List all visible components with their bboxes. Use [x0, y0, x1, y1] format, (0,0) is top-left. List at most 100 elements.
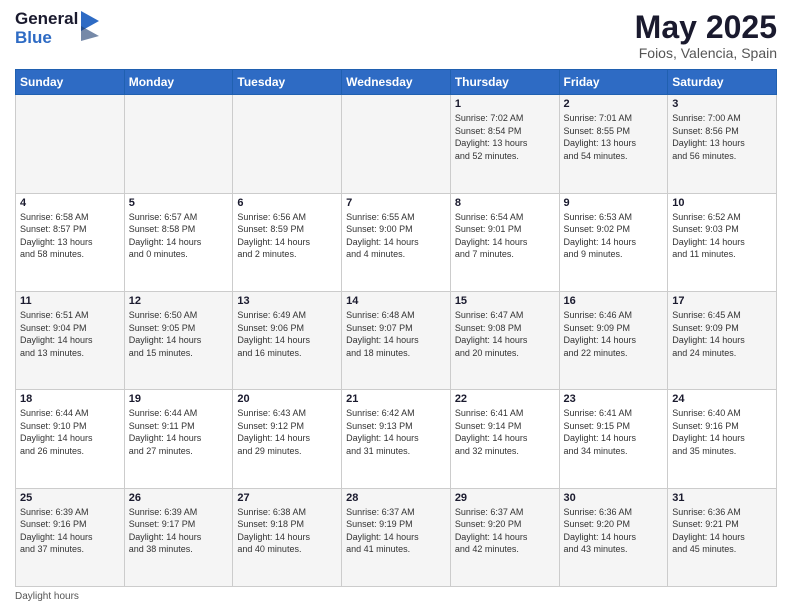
calendar-cell: [233, 95, 342, 193]
day-number: 15: [455, 295, 555, 307]
day-number: 18: [20, 393, 120, 405]
day-number: 25: [20, 492, 120, 504]
day-info: Sunrise: 6:55 AM Sunset: 9:00 PM Dayligh…: [346, 211, 446, 261]
day-header-monday: Monday: [124, 70, 233, 95]
day-number: 11: [20, 295, 120, 307]
day-number: 2: [564, 98, 664, 110]
day-number: 9: [564, 197, 664, 209]
day-info: Sunrise: 6:43 AM Sunset: 9:12 PM Dayligh…: [237, 407, 337, 457]
day-info: Sunrise: 6:40 AM Sunset: 9:16 PM Dayligh…: [672, 407, 772, 457]
day-info: Sunrise: 6:48 AM Sunset: 9:07 PM Dayligh…: [346, 309, 446, 359]
day-info: Sunrise: 6:51 AM Sunset: 9:04 PM Dayligh…: [20, 309, 120, 359]
day-info: Sunrise: 6:56 AM Sunset: 8:59 PM Dayligh…: [237, 211, 337, 261]
day-number: 22: [455, 393, 555, 405]
day-number: 30: [564, 492, 664, 504]
day-header-tuesday: Tuesday: [233, 70, 342, 95]
month-title: May 2025: [635, 10, 777, 45]
calendar-cell: 11 Sunrise: 6:51 AM Sunset: 9:04 PM Dayli…: [16, 291, 125, 389]
calendar-cell: 16 Sunrise: 6:46 AM Sunset: 9:09 PM Dayli…: [559, 291, 668, 389]
calendar-cell: [342, 95, 451, 193]
day-info: Sunrise: 6:36 AM Sunset: 9:20 PM Dayligh…: [564, 506, 664, 556]
calendar-cell: 7 Sunrise: 6:55 AM Sunset: 9:00 PM Daylig…: [342, 193, 451, 291]
day-number: 16: [564, 295, 664, 307]
calendar-cell: 25 Sunrise: 6:39 AM Sunset: 9:16 PM Dayli…: [16, 488, 125, 586]
day-info: Sunrise: 6:46 AM Sunset: 9:09 PM Dayligh…: [564, 309, 664, 359]
day-number: 8: [455, 197, 555, 209]
day-header-wednesday: Wednesday: [342, 70, 451, 95]
title-block: May 2025 Foios, Valencia, Spain: [635, 10, 777, 61]
page: General Blue May 2025 Foios, Valencia, S…: [0, 0, 792, 612]
day-number: 28: [346, 492, 446, 504]
calendar-table: SundayMondayTuesdayWednesdayThursdayFrid…: [15, 69, 777, 587]
day-header-sunday: Sunday: [16, 70, 125, 95]
calendar-week-4: 18 Sunrise: 6:44 AM Sunset: 9:10 PM Dayli…: [16, 390, 777, 488]
day-number: 14: [346, 295, 446, 307]
calendar-cell: 30 Sunrise: 6:36 AM Sunset: 9:20 PM Dayli…: [559, 488, 668, 586]
calendar-week-1: 1Sunrise: 7:02 AM Sunset: 8:54 PM Daylig…: [16, 95, 777, 193]
day-info: Sunrise: 6:44 AM Sunset: 9:11 PM Dayligh…: [129, 407, 229, 457]
day-info: Sunrise: 6:54 AM Sunset: 9:01 PM Dayligh…: [455, 211, 555, 261]
day-info: Sunrise: 6:37 AM Sunset: 9:19 PM Dayligh…: [346, 506, 446, 556]
day-number: 5: [129, 197, 229, 209]
calendar-cell: 14 Sunrise: 6:48 AM Sunset: 9:07 PM Dayli…: [342, 291, 451, 389]
day-number: 1: [455, 98, 555, 110]
calendar-cell: 8 Sunrise: 6:54 AM Sunset: 9:01 PM Daylig…: [450, 193, 559, 291]
header: General Blue May 2025 Foios, Valencia, S…: [15, 10, 777, 61]
calendar-cell: 31Sunrise: 6:36 AM Sunset: 9:21 PM Dayli…: [668, 488, 777, 586]
calendar-cell: 21 Sunrise: 6:42 AM Sunset: 9:13 PM Dayli…: [342, 390, 451, 488]
day-number: 3: [672, 98, 772, 110]
day-number: 24: [672, 393, 772, 405]
day-info: Sunrise: 6:42 AM Sunset: 9:13 PM Dayligh…: [346, 407, 446, 457]
logo: General Blue: [15, 10, 99, 47]
day-header-saturday: Saturday: [668, 70, 777, 95]
calendar-cell: 22 Sunrise: 6:41 AM Sunset: 9:14 PM Dayli…: [450, 390, 559, 488]
logo-icon: [81, 11, 99, 46]
calendar-cell: 27Sunrise: 6:38 AM Sunset: 9:18 PM Dayli…: [233, 488, 342, 586]
day-info: Sunrise: 6:52 AM Sunset: 9:03 PM Dayligh…: [672, 211, 772, 261]
day-info: Sunrise: 6:45 AM Sunset: 9:09 PM Dayligh…: [672, 309, 772, 359]
calendar-cell: 12Sunrise: 6:50 AM Sunset: 9:05 PM Dayli…: [124, 291, 233, 389]
day-info: Sunrise: 6:39 AM Sunset: 9:17 PM Dayligh…: [129, 506, 229, 556]
day-number: 29: [455, 492, 555, 504]
day-number: 4: [20, 197, 120, 209]
calendar-cell: 15 Sunrise: 6:47 AM Sunset: 9:08 PM Dayli…: [450, 291, 559, 389]
logo-line1: General: [15, 10, 78, 29]
calendar-cell: 3Sunrise: 7:00 AM Sunset: 8:56 PM Daylig…: [668, 95, 777, 193]
day-number: 31: [672, 492, 772, 504]
day-header-friday: Friday: [559, 70, 668, 95]
calendar-cell: 9Sunrise: 6:53 AM Sunset: 9:02 PM Daylig…: [559, 193, 668, 291]
day-info: Sunrise: 6:39 AM Sunset: 9:16 PM Dayligh…: [20, 506, 120, 556]
calendar-cell: 6Sunrise: 6:56 AM Sunset: 8:59 PM Daylig…: [233, 193, 342, 291]
day-number: 12: [129, 295, 229, 307]
calendar-cell: 18 Sunrise: 6:44 AM Sunset: 9:10 PM Dayli…: [16, 390, 125, 488]
day-number: 7: [346, 197, 446, 209]
day-info: Sunrise: 6:44 AM Sunset: 9:10 PM Dayligh…: [20, 407, 120, 457]
day-header-thursday: Thursday: [450, 70, 559, 95]
calendar-cell: 19Sunrise: 6:44 AM Sunset: 9:11 PM Dayli…: [124, 390, 233, 488]
days-header-row: SundayMondayTuesdayWednesdayThursdayFrid…: [16, 70, 777, 95]
day-info: Sunrise: 6:49 AM Sunset: 9:06 PM Dayligh…: [237, 309, 337, 359]
day-info: Sunrise: 6:41 AM Sunset: 9:14 PM Dayligh…: [455, 407, 555, 457]
logo-line2: Blue: [15, 29, 78, 48]
calendar-cell: 24 Sunrise: 6:40 AM Sunset: 9:16 PM Dayli…: [668, 390, 777, 488]
day-number: 17: [672, 295, 772, 307]
day-info: Sunrise: 6:47 AM Sunset: 9:08 PM Dayligh…: [455, 309, 555, 359]
calendar-cell: 2 Sunrise: 7:01 AM Sunset: 8:55 PM Daylig…: [559, 95, 668, 193]
day-number: 10: [672, 197, 772, 209]
day-number: 23: [564, 393, 664, 405]
calendar-cell: [16, 95, 125, 193]
logo-text: General Blue: [15, 10, 99, 47]
day-number: 26: [129, 492, 229, 504]
calendar-week-5: 25 Sunrise: 6:39 AM Sunset: 9:16 PM Dayli…: [16, 488, 777, 586]
location-subtitle: Foios, Valencia, Spain: [635, 45, 777, 61]
calendar-cell: [124, 95, 233, 193]
calendar-cell: 1Sunrise: 7:02 AM Sunset: 8:54 PM Daylig…: [450, 95, 559, 193]
day-number: 21: [346, 393, 446, 405]
calendar-cell: 5Sunrise: 6:57 AM Sunset: 8:58 PM Daylig…: [124, 193, 233, 291]
footer: Daylight hours: [15, 591, 777, 602]
day-info: Sunrise: 6:58 AM Sunset: 8:57 PM Dayligh…: [20, 211, 120, 261]
day-info: Sunrise: 7:01 AM Sunset: 8:55 PM Dayligh…: [564, 112, 664, 162]
calendar-cell: 20Sunrise: 6:43 AM Sunset: 9:12 PM Dayli…: [233, 390, 342, 488]
calendar-cell: 17 Sunrise: 6:45 AM Sunset: 9:09 PM Dayli…: [668, 291, 777, 389]
calendar-cell: 13Sunrise: 6:49 AM Sunset: 9:06 PM Dayli…: [233, 291, 342, 389]
